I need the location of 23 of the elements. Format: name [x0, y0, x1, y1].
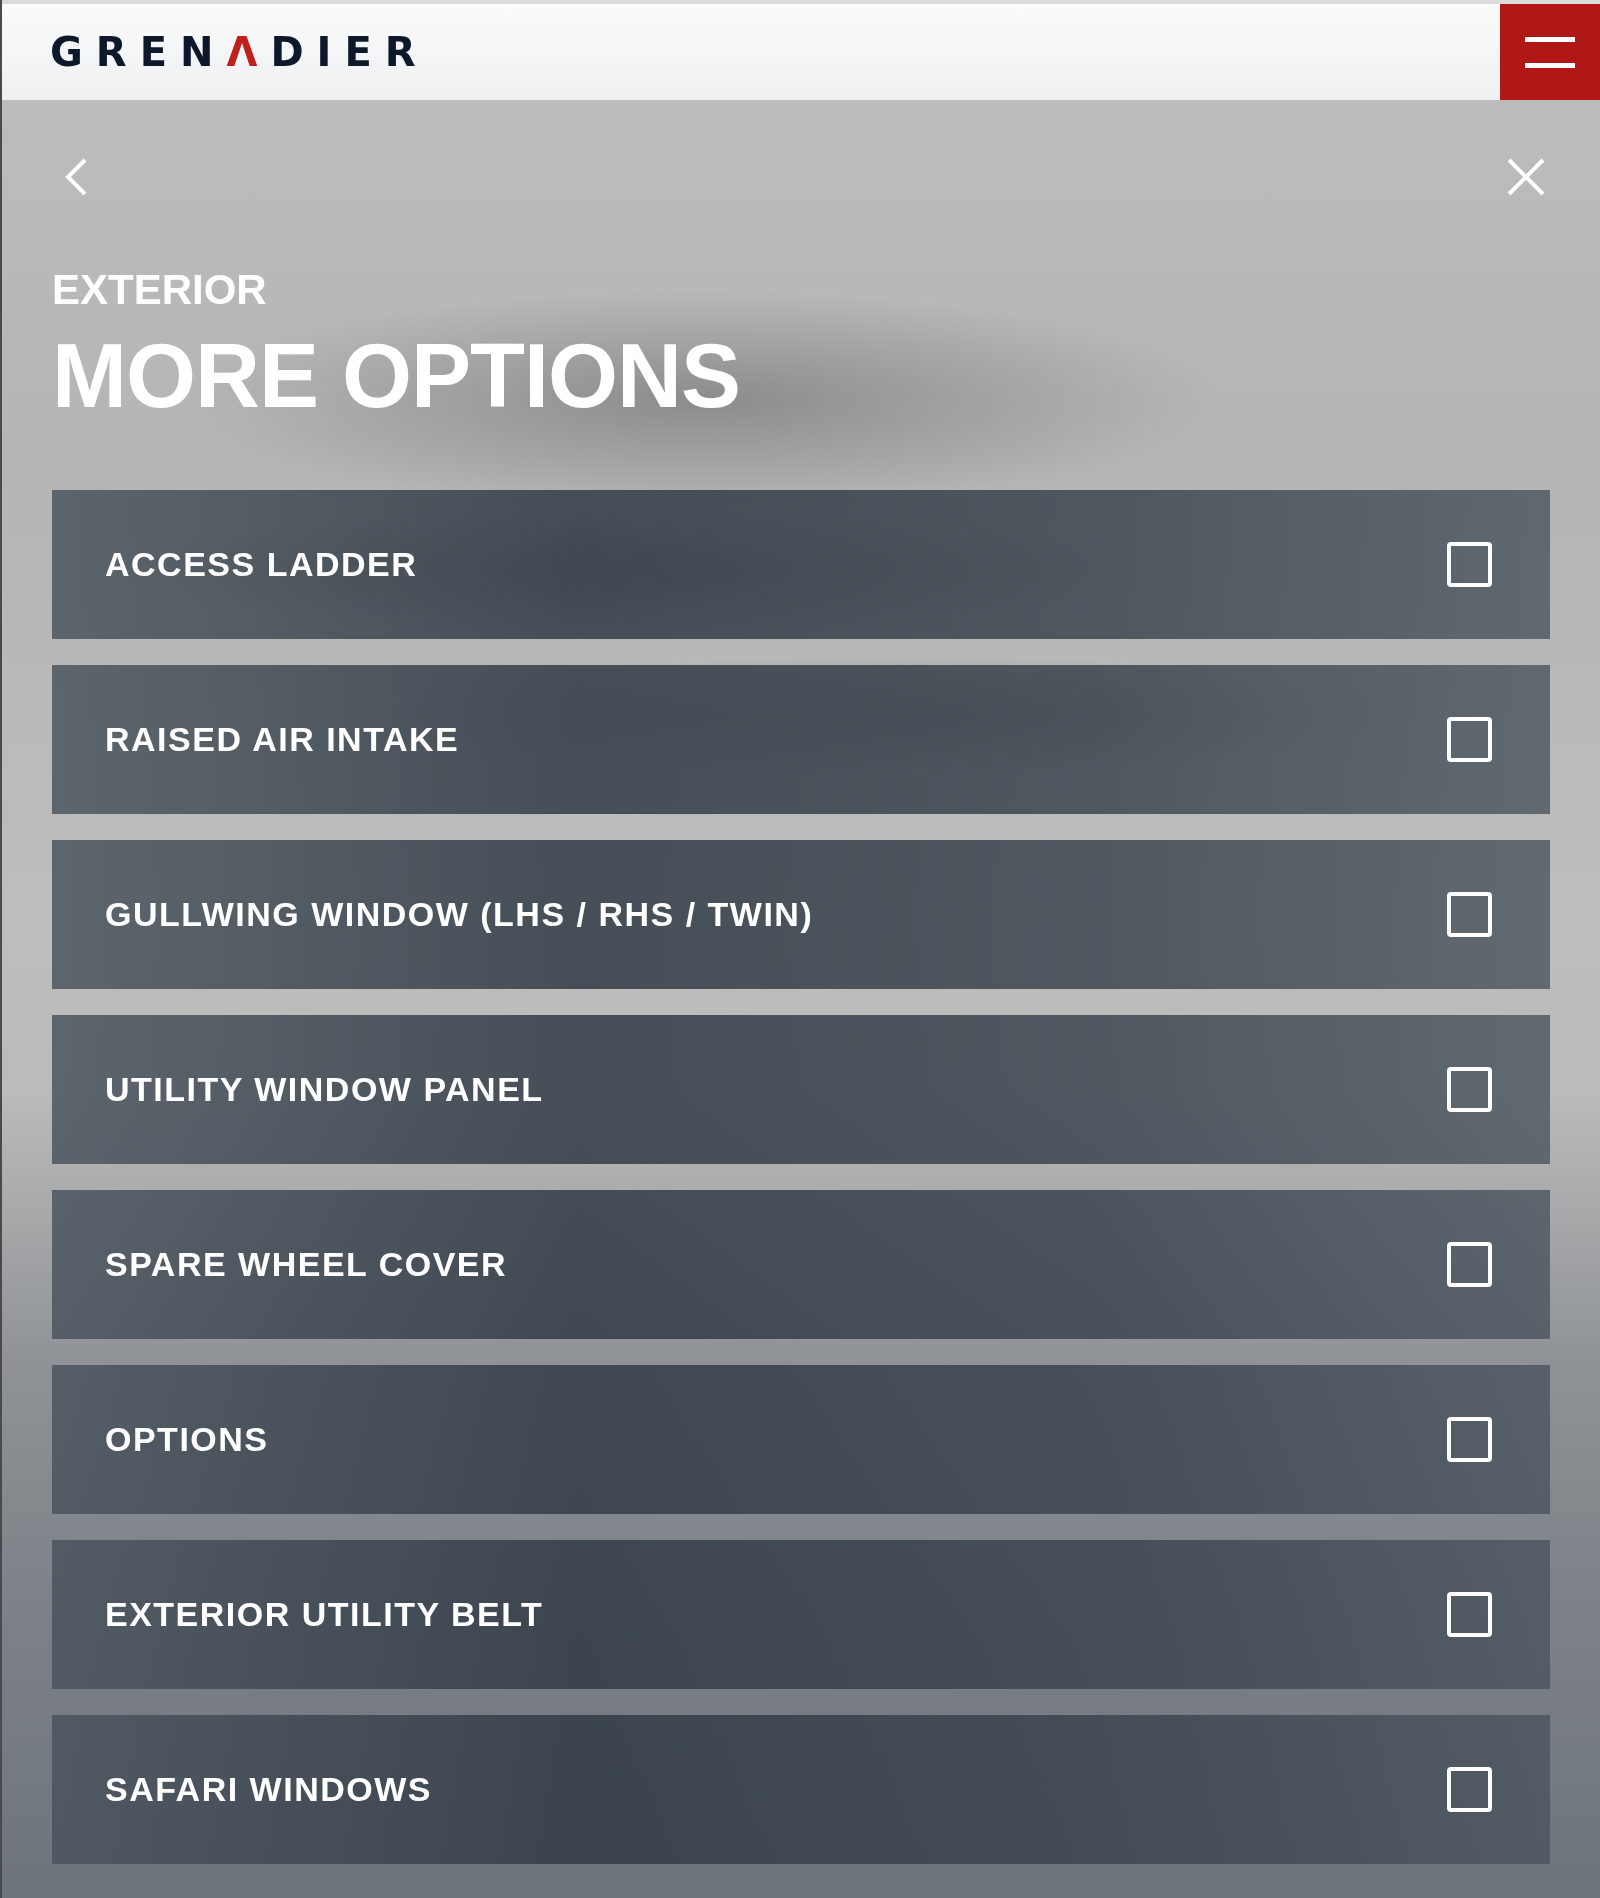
- checkbox[interactable]: [1447, 1592, 1492, 1637]
- menu-button[interactable]: [1500, 4, 1600, 100]
- option-row[interactable]: EXTERIOR UTILITY BELT: [52, 1540, 1550, 1689]
- back-icon: [65, 158, 87, 196]
- checkbox[interactable]: [1447, 1067, 1492, 1112]
- checkbox[interactable]: [1447, 717, 1492, 762]
- option-row[interactable]: SAFARI WINDOWS: [52, 1715, 1550, 1864]
- option-row[interactable]: GULLWING WINDOW (LHS / RHS / TWIN): [52, 840, 1550, 989]
- option-row[interactable]: ACCESS LADDER: [52, 490, 1550, 639]
- checkbox[interactable]: [1447, 1242, 1492, 1287]
- page-title: MORE OPTIONS: [52, 326, 741, 426]
- checkbox[interactable]: [1447, 1767, 1492, 1812]
- option-row[interactable]: RAISED AIR INTAKE: [52, 665, 1550, 814]
- section-label: EXTERIOR: [52, 266, 267, 314]
- close-icon: [1507, 158, 1545, 196]
- checkbox[interactable]: [1447, 542, 1492, 587]
- option-row[interactable]: SPARE WHEEL COVER: [52, 1190, 1550, 1339]
- brand-logo[interactable]: GREN Λ DIER: [50, 32, 429, 72]
- checkbox[interactable]: [1447, 1417, 1492, 1462]
- checkbox[interactable]: [1447, 892, 1492, 937]
- menu-icon: [1525, 36, 1575, 68]
- option-row[interactable]: OPTIONS: [52, 1365, 1550, 1514]
- option-row[interactable]: UTILITY WINDOW PANEL: [52, 1015, 1550, 1164]
